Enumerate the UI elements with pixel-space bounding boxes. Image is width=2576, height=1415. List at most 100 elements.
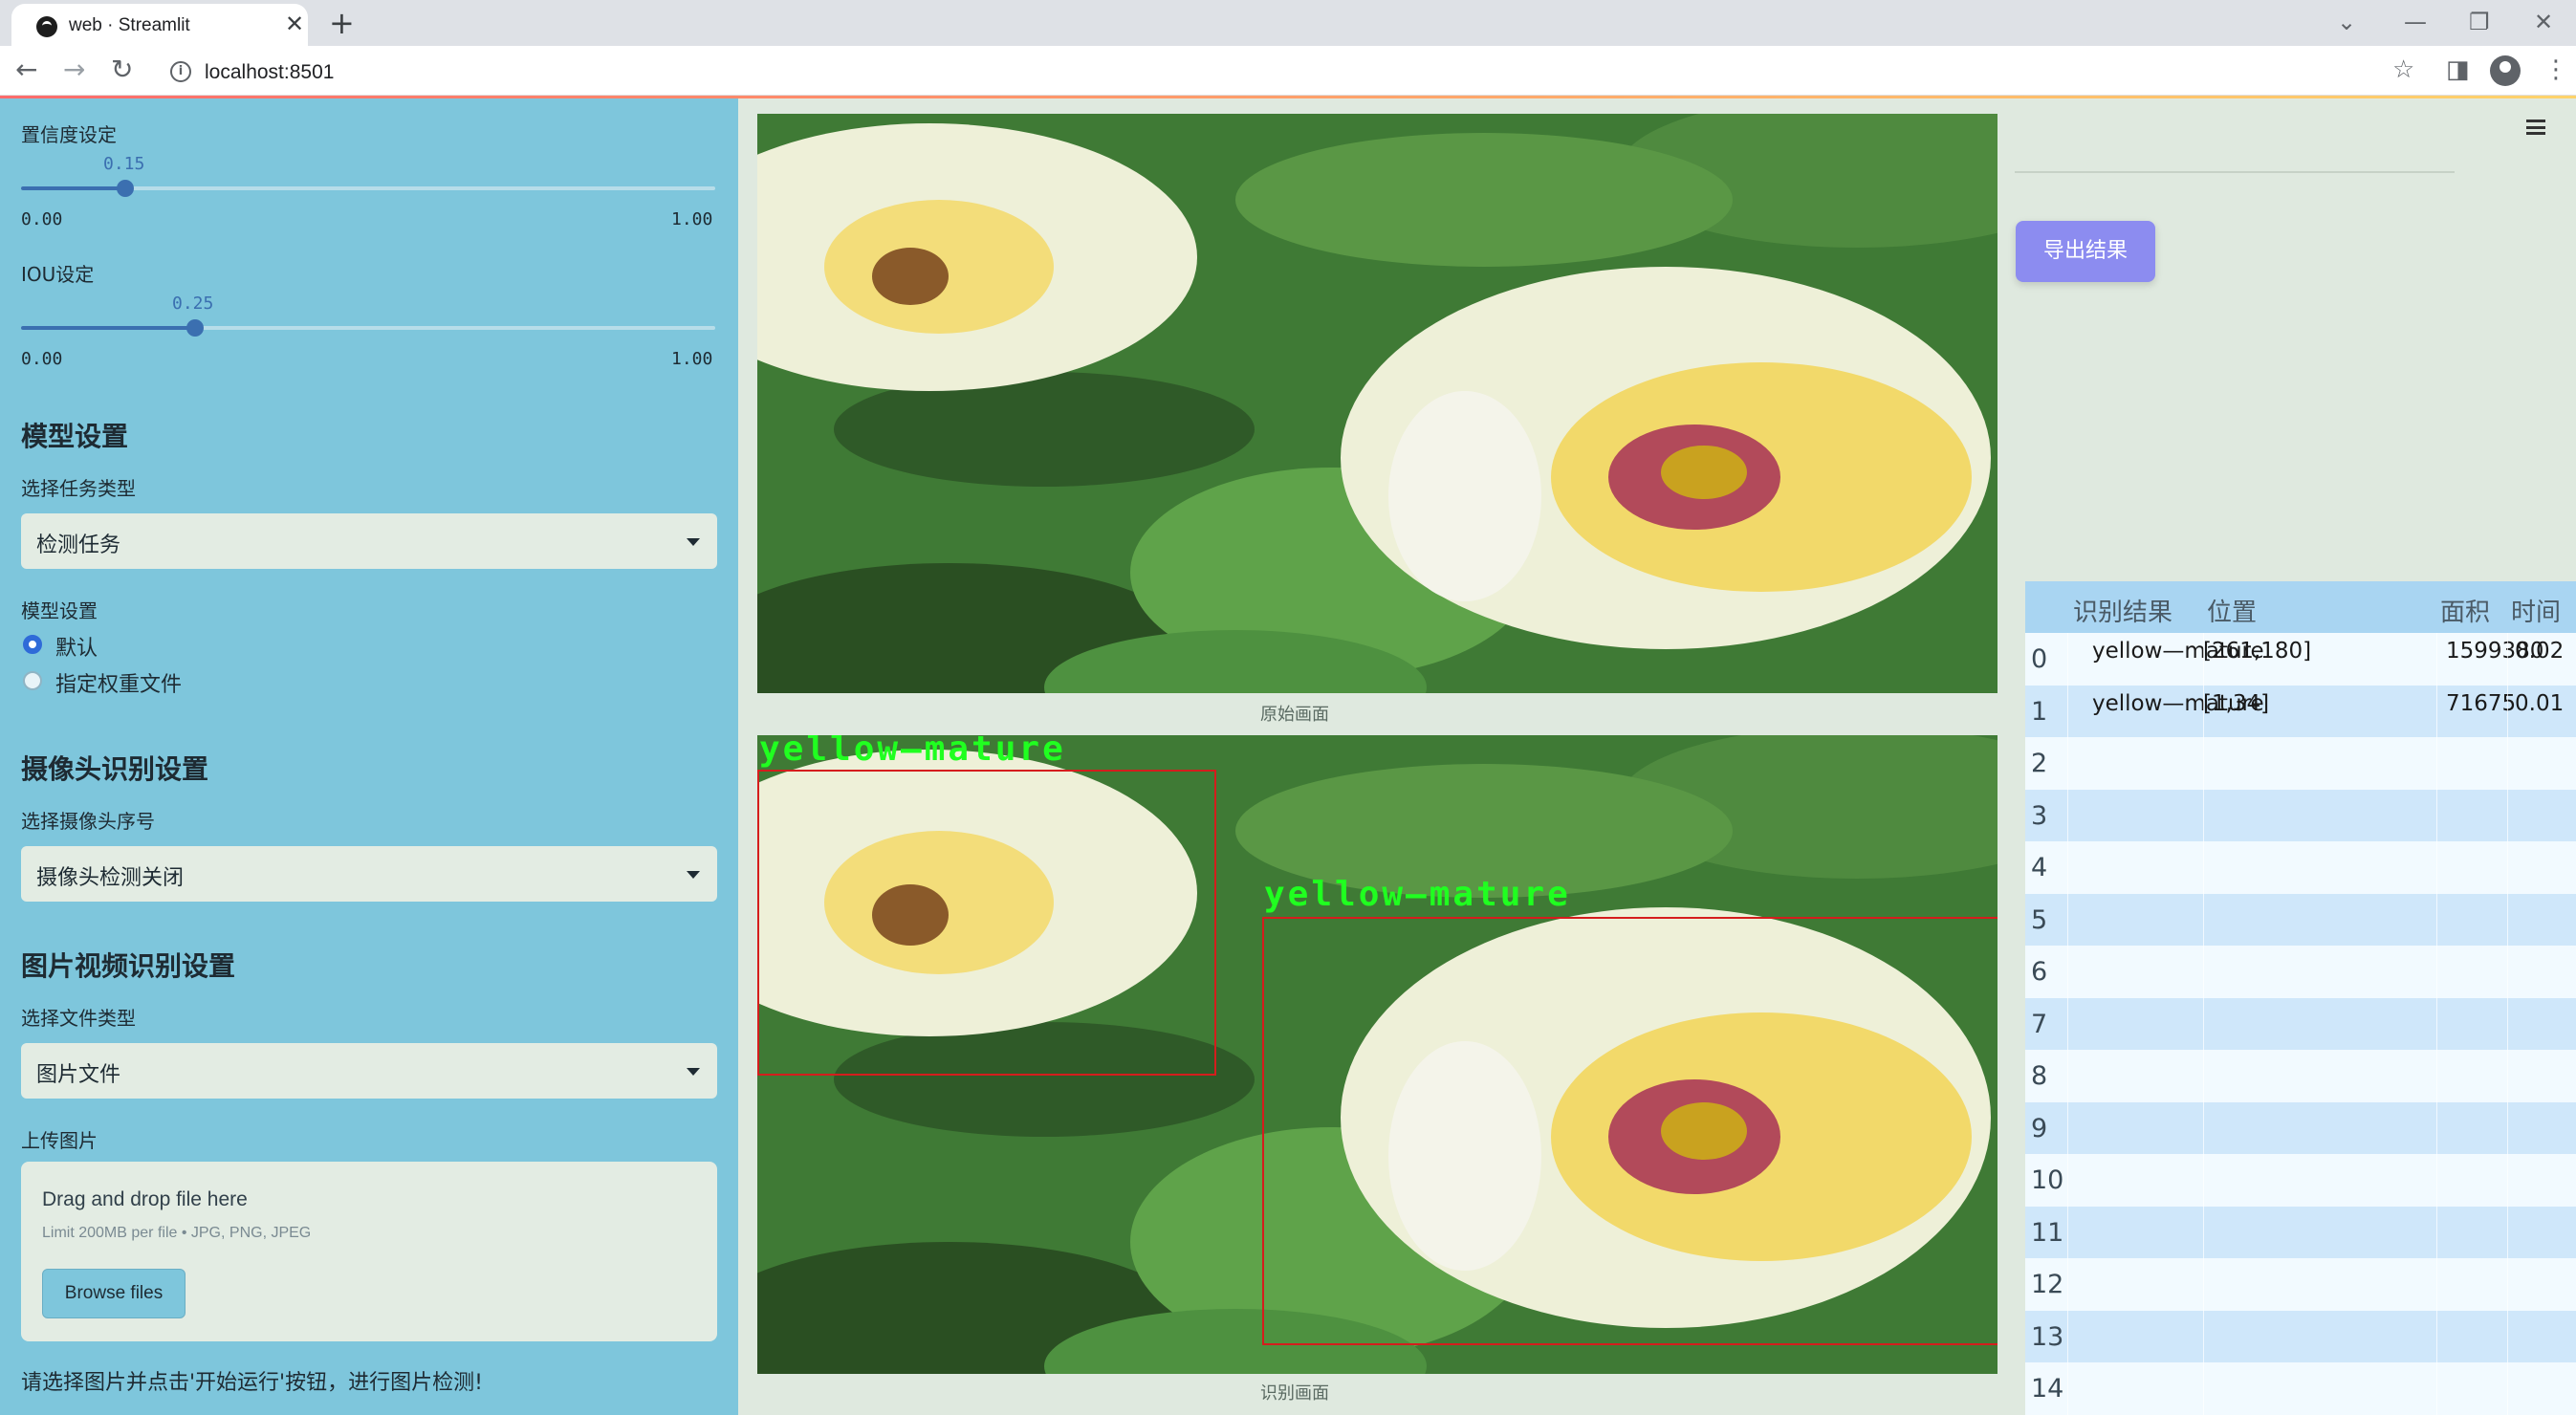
column-separator: [2436, 1310, 2437, 1362]
table-row[interactable]: 9: [2025, 1101, 2576, 1154]
close-tab-icon[interactable]: ✕: [285, 12, 304, 35]
iou-value: 0.25: [172, 294, 214, 314]
column-separator: [2203, 997, 2204, 1050]
camera-value: 摄像头检测关闭: [36, 866, 185, 890]
original-image: [757, 114, 1997, 693]
table-row[interactable]: 7: [2025, 997, 2576, 1050]
file-dropzone[interactable]: Drag and drop file here Limit 200MB per …: [21, 1162, 717, 1341]
table-row[interactable]: 10: [2025, 1154, 2576, 1207]
reload-icon[interactable]: ↻: [111, 55, 133, 84]
restore-icon[interactable]: ❐: [2469, 8, 2490, 36]
column-separator: [2203, 1310, 2204, 1362]
confidence-value: 0.15: [103, 154, 145, 174]
column-separator: [2067, 1362, 2068, 1415]
row-index: 13: [2031, 1321, 2064, 1352]
url-field[interactable]: i localhost:8501: [157, 54, 2375, 90]
column-separator: [2436, 893, 2437, 946]
column-separator: [2436, 789, 2437, 841]
cell-area: 71675: [2446, 690, 2517, 716]
file-type-select[interactable]: 图片文件: [21, 1043, 717, 1099]
minimize-icon[interactable]: —: [2404, 8, 2427, 36]
column-separator: [2203, 737, 2204, 790]
column-separator: [2067, 1154, 2068, 1207]
back-icon[interactable]: ←: [15, 55, 37, 84]
radio-custom-weights-label: 指定权重文件: [55, 673, 183, 697]
close-window-icon[interactable]: ✕: [2534, 8, 2553, 36]
iou-slider-thumb[interactable]: [186, 319, 204, 337]
export-results-button[interactable]: 导出结果: [2016, 221, 2155, 282]
column-separator: [2507, 633, 2508, 686]
sidebar: 置信度设定 0.15 0.00 1.00 IOU设定 0.25 0.00 1.0…: [0, 98, 738, 1415]
header-area[interactable]: 面积: [2440, 593, 2490, 628]
confidence-slider[interactable]: [21, 180, 715, 197]
upload-label: 上传图片: [21, 1129, 98, 1152]
detection-box: [757, 770, 1216, 1076]
iou-max: 1.00: [671, 349, 713, 369]
table-row[interactable]: 3: [2025, 789, 2576, 841]
column-separator: [2507, 893, 2508, 946]
camera-index-label: 选择摄像头序号: [21, 810, 155, 833]
browse-files-button[interactable]: Browse files: [42, 1269, 186, 1318]
profile-avatar-icon[interactable]: [2490, 55, 2521, 86]
row-index: 6: [2031, 957, 2048, 987]
row-index: 8: [2031, 1061, 2048, 1091]
table-row[interactable]: 14: [2025, 1362, 2576, 1415]
table-row[interactable]: 8: [2025, 1050, 2576, 1102]
table-row[interactable]: 1 yellow—mature [1,34] 71675 0.01: [2025, 685, 2576, 737]
table-row[interactable]: 12: [2025, 1258, 2576, 1311]
hamburger-menu-icon[interactable]: [2526, 120, 2545, 135]
camera-settings-heading: 摄像头识别设置: [21, 753, 209, 785]
table-row[interactable]: 13: [2025, 1310, 2576, 1362]
row-index: 5: [2031, 904, 2048, 935]
task-type-value: 检测任务: [36, 533, 121, 557]
table-row[interactable]: 5: [2025, 893, 2576, 946]
detection-image: yellow—mature yellow—mature: [757, 735, 1997, 1374]
column-separator: [2067, 1050, 2068, 1102]
radio-custom-weights-circle[interactable]: [23, 671, 42, 690]
browser-tab[interactable]: web · Streamlit ✕: [11, 4, 308, 46]
camera-select[interactable]: 摄像头检测关闭: [21, 846, 717, 902]
site-info-icon[interactable]: i: [170, 61, 191, 82]
column-separator: [2203, 1206, 2204, 1258]
column-separator: [2203, 1154, 2204, 1207]
header-time[interactable]: 时间: [2511, 593, 2561, 628]
column-separator: [2203, 1362, 2204, 1415]
side-panel-icon[interactable]: ◨: [2446, 55, 2470, 84]
table-row[interactable]: 4: [2025, 841, 2576, 894]
radio-default-circle[interactable]: [23, 635, 42, 654]
row-index: 4: [2031, 853, 2048, 882]
column-separator: [2436, 1258, 2437, 1311]
new-tab-icon[interactable]: +: [329, 6, 355, 40]
iou-label: IOU设定: [21, 263, 95, 286]
row-index: 7: [2031, 1009, 2048, 1039]
task-type-label: 选择任务类型: [21, 477, 136, 500]
column-separator: [2436, 1050, 2437, 1102]
table-row[interactable]: 0 yellow—mature [261,180] 1599380 0.02: [2025, 633, 2576, 686]
model-settings-heading: 模型设置: [21, 421, 129, 452]
column-separator: [2067, 893, 2068, 946]
dropzone-title: Drag and drop file here: [42, 1188, 248, 1210]
confidence-slider-thumb[interactable]: [116, 180, 134, 197]
url-text: localhost:8501: [205, 61, 335, 83]
media-settings-heading: 图片视频识别设置: [21, 950, 236, 982]
column-separator: [2507, 1050, 2508, 1102]
column-separator: [2067, 1310, 2068, 1362]
tab-search-icon[interactable]: ⌄: [2337, 8, 2356, 36]
header-position[interactable]: 位置: [2207, 593, 2257, 628]
table-row[interactable]: 2: [2025, 737, 2576, 790]
bookmark-star-icon[interactable]: ☆: [2392, 55, 2414, 84]
column-separator: [2436, 1154, 2437, 1207]
table-row[interactable]: 11: [2025, 1206, 2576, 1258]
confidence-min: 0.00: [21, 209, 63, 229]
browser-menu-icon[interactable]: ⋮: [2543, 55, 2568, 84]
row-index: 3: [2031, 800, 2048, 831]
main-content: 原始画面 yellow—mature yellow—mature 识别画面 导出…: [738, 98, 2576, 1415]
column-separator: [2067, 633, 2068, 686]
row-index: 11: [2031, 1217, 2064, 1248]
header-result[interactable]: 识别结果: [2073, 593, 2172, 628]
streamlit-favicon-icon: [36, 16, 57, 37]
iou-slider[interactable]: [21, 319, 715, 337]
forward-icon[interactable]: →: [63, 55, 85, 84]
task-type-select[interactable]: 检测任务: [21, 513, 717, 569]
table-row[interactable]: 6: [2025, 946, 2576, 998]
